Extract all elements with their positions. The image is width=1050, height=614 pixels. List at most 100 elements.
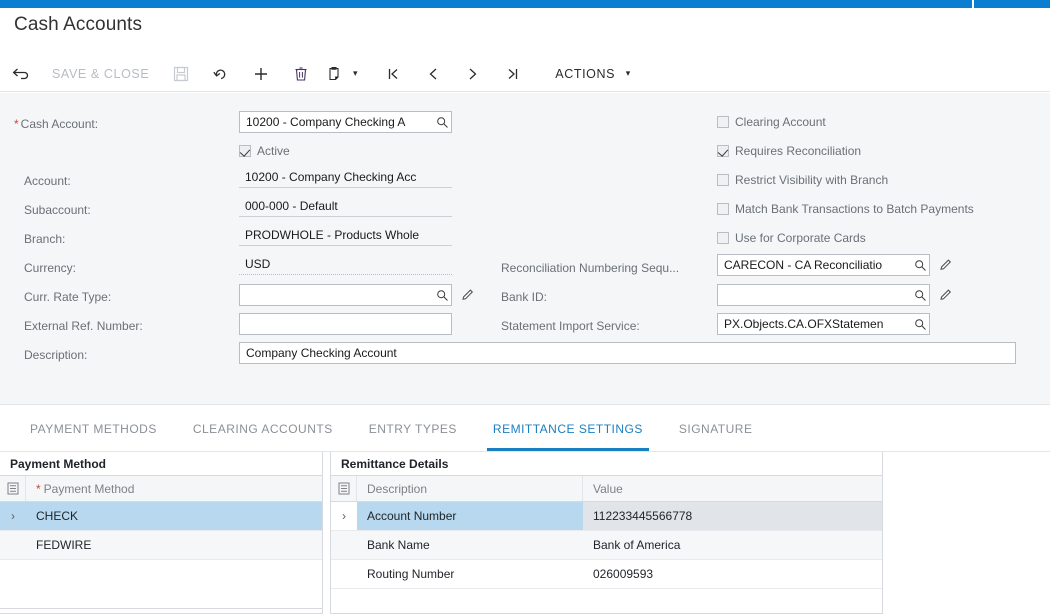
column-header-value[interactable]: Value (583, 476, 882, 501)
subaccount-field[interactable]: 000-000 - Default (239, 196, 452, 217)
cash-accounts-screen: Cash Accounts SAVE & CLOSE ▾ ACTIONS ▾ *… (0, 0, 1050, 614)
curr-rate-type-label: Curr. Rate Type: (24, 290, 112, 304)
currency-field[interactable]: USD (239, 254, 452, 275)
remittance-grid-header: Description Value (331, 476, 882, 502)
previous-record-icon[interactable] (413, 58, 453, 90)
row-expand-icon[interactable] (331, 560, 357, 588)
tab-strip: PAYMENT METHODS CLEARING ACCOUNTS ENTRY … (0, 406, 1050, 452)
branch-field[interactable]: PRODWHOLE - Products Whole (239, 225, 452, 246)
match-bank-transactions-checkbox[interactable]: Match Bank Transactions to Batch Payment… (717, 202, 974, 216)
cash-account-input[interactable]: 10200 - Company Checking A (239, 111, 452, 133)
magnifier-icon[interactable] (433, 285, 451, 305)
top-bar-divider (972, 0, 974, 8)
grid-settings-icon[interactable] (331, 476, 357, 501)
curr-rate-type-pencil-icon[interactable] (460, 285, 476, 305)
magnifier-icon[interactable] (911, 314, 929, 334)
bank-id-input[interactable] (717, 284, 930, 306)
cash-account-form: * Cash Account: 10200 - Company Checking … (0, 93, 1050, 405)
grid-settings-icon[interactable] (0, 476, 26, 501)
account-field[interactable]: 10200 - Company Checking Acc (239, 167, 452, 188)
requires-reconciliation-checkbox-box[interactable] (717, 145, 729, 157)
save-disk-icon[interactable] (161, 58, 201, 90)
table-row[interactable]: Bank Name Bank of America (331, 531, 882, 560)
description-input[interactable]: Company Checking Account (239, 342, 1016, 364)
cell-description[interactable]: Bank Name (357, 531, 583, 559)
magnifier-icon[interactable] (433, 112, 451, 132)
active-checkbox-box[interactable] (239, 145, 251, 157)
row-expand-icon[interactable]: › (331, 502, 357, 530)
cell-payment-method[interactable]: FEDWIRE (26, 531, 322, 559)
cell-description[interactable]: Account Number (357, 502, 583, 530)
external-ref-number-input[interactable] (239, 313, 452, 335)
reconciliation-numbering-pencil-icon[interactable] (938, 255, 954, 275)
remittance-grid-caption: Remittance Details (331, 452, 882, 476)
actions-menu-button[interactable]: ACTIONS (543, 58, 620, 90)
actions-caret-icon[interactable]: ▾ (620, 58, 636, 90)
curr-rate-type-input[interactable] (239, 284, 452, 306)
use-for-corporate-cards-checkbox-box[interactable] (717, 232, 729, 244)
statement-import-service-input[interactable]: PX.Objects.CA.OFXStatemen (717, 313, 930, 335)
payment-method-grid-footer (0, 608, 322, 614)
cell-description[interactable]: Routing Number (357, 560, 583, 588)
remittance-grid-empty-area (331, 589, 882, 608)
account-label: Account: (24, 174, 71, 188)
cell-value[interactable]: 026009593 (583, 560, 882, 588)
column-header-description[interactable]: Description (357, 476, 583, 501)
payment-method-grid-caption: Payment Method (0, 452, 322, 476)
clipboard-icon[interactable] (321, 58, 347, 90)
required-marker: * (36, 481, 41, 496)
next-record-icon[interactable] (453, 58, 493, 90)
magnifier-icon[interactable] (911, 285, 929, 305)
save-and-close-button[interactable]: SAVE & CLOSE (40, 58, 161, 90)
reconciliation-numbering-label: Reconciliation Numbering Sequ... (501, 261, 680, 275)
cell-value[interactable]: Bank of America (583, 531, 882, 559)
table-row[interactable]: › Account Number 112233445566778 (331, 502, 882, 531)
row-expand-icon[interactable] (331, 531, 357, 559)
requires-reconciliation-label: Requires Reconciliation (735, 144, 862, 158)
undo-arrow-icon[interactable] (201, 58, 241, 90)
cell-payment-method[interactable]: CHECK (26, 502, 322, 530)
tab-signature[interactable]: SIGNATURE (661, 406, 771, 451)
clipboard-dropdown-caret-icon[interactable]: ▾ (347, 58, 363, 90)
restrict-visibility-checkbox[interactable]: Restrict Visibility with Branch (717, 173, 888, 187)
requires-reconciliation-checkbox[interactable]: Requires Reconciliation (717, 144, 861, 158)
trash-icon[interactable] (281, 58, 321, 90)
clearing-account-label: Clearing Account (735, 115, 826, 129)
statement-import-service-value: PX.Objects.CA.OFXStatemen (724, 317, 884, 331)
magnifier-icon[interactable] (911, 255, 929, 275)
row-expand-icon[interactable]: › (0, 502, 26, 530)
bank-id-pencil-icon[interactable] (938, 285, 954, 305)
restrict-visibility-label: Restrict Visibility with Branch (735, 173, 889, 187)
remittance-details-grid: Remittance Details Description Value › A… (330, 452, 883, 614)
clearing-account-checkbox-box[interactable] (717, 116, 729, 128)
reconciliation-numbering-input[interactable]: CARECON - CA Reconciliatio (717, 254, 930, 276)
statement-import-service-label: Statement Import Service: (501, 319, 640, 333)
plus-icon[interactable] (241, 58, 281, 90)
clearing-account-checkbox[interactable]: Clearing Account (717, 115, 826, 129)
match-bank-transactions-checkbox-box[interactable] (717, 203, 729, 215)
table-row[interactable]: FEDWIRE (0, 531, 322, 560)
cell-value[interactable]: 112233445566778 (583, 502, 882, 530)
tab-clearing-accounts[interactable]: CLEARING ACCOUNTS (175, 406, 351, 451)
tab-payment-methods[interactable]: PAYMENT METHODS (12, 406, 175, 451)
bank-id-label: Bank ID: (501, 290, 548, 304)
active-checkbox[interactable]: Active (239, 144, 290, 158)
first-record-icon[interactable] (373, 58, 413, 90)
row-expand-icon[interactable] (0, 531, 26, 559)
subaccount-label: Subaccount: (24, 203, 91, 217)
table-row[interactable]: Routing Number 026009593 (331, 560, 882, 589)
tab-entry-types[interactable]: ENTRY TYPES (351, 406, 475, 451)
last-record-icon[interactable] (493, 58, 533, 90)
restrict-visibility-checkbox-box[interactable] (717, 174, 729, 186)
cash-account-value: 10200 - Company Checking A (246, 115, 406, 129)
tab-remittance-settings[interactable]: REMITTANCE SETTINGS (475, 406, 661, 451)
match-bank-transactions-label: Match Bank Transactions to Batch Payment… (735, 202, 974, 216)
column-header-payment-method[interactable]: * Payment Method (26, 476, 322, 501)
table-row[interactable]: › CHECK (0, 502, 322, 531)
use-for-corporate-cards-checkbox[interactable]: Use for Corporate Cards (717, 231, 866, 245)
currency-value: USD (245, 257, 271, 271)
active-checkbox-label: Active (257, 144, 290, 158)
back-arrow-icon[interactable] (0, 58, 40, 90)
cash-account-label: * Cash Account: (14, 117, 99, 131)
subaccount-value: 000-000 - Default (245, 199, 338, 213)
